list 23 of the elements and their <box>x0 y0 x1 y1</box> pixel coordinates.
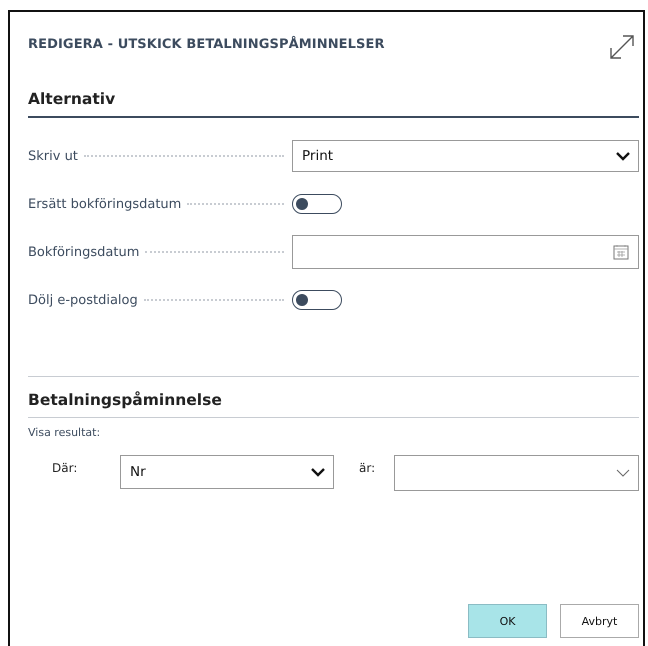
section-heading: Betalningspåminnelse <box>28 391 223 411</box>
field-label: Dölj e-postdialog <box>28 292 138 308</box>
section-heading: Alternativ <box>28 90 116 110</box>
is-label: är: <box>359 461 376 475</box>
where-label: Där: <box>52 461 78 475</box>
field-dropdown[interactable]: Nr <box>120 455 334 489</box>
chevron-down-icon <box>616 152 630 160</box>
toggle-switch[interactable] <box>292 290 342 310</box>
cancel-button[interactable]: Avbryt <box>560 604 639 638</box>
expand-icon[interactable] <box>609 34 635 60</box>
chevron-down-icon <box>311 468 325 476</box>
field-label: Skriv ut <box>28 148 78 164</box>
field-label: Bokföringsdatum <box>28 244 140 260</box>
value-dropdown[interactable] <box>394 455 639 491</box>
date-field[interactable] <box>292 235 639 269</box>
print-dropdown[interactable]: Print <box>292 140 639 172</box>
chevron-down-icon <box>616 468 630 478</box>
ok-button[interactable]: OK <box>468 604 547 638</box>
field-label: Ersätt bokföringsdatum <box>28 196 182 212</box>
calendar-icon[interactable] <box>613 244 629 260</box>
toggle-switch[interactable] <box>292 194 342 214</box>
dialog-title: REDIGERA - UTSKICK BETALNINGSPÅMINNELSER <box>28 37 385 52</box>
caption-text: Visa resultat: <box>28 426 102 439</box>
